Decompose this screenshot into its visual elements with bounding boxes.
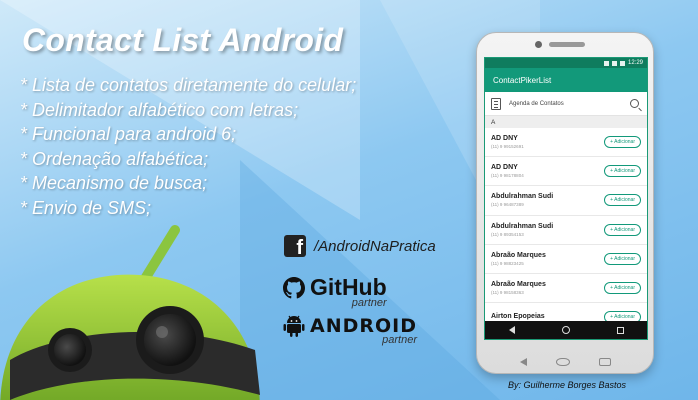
- add-contact-button[interactable]: + Adicionar: [604, 194, 641, 207]
- contact-row[interactable]: Abraão Marques (11) 9 98158363 + Adicion…: [485, 274, 647, 304]
- android-robot-icon: [283, 315, 305, 337]
- contact-phone: (11) 9 89354153: [491, 231, 524, 237]
- feature-item: * Mecanismo de busca;: [20, 173, 208, 193]
- signal-icon: [603, 60, 609, 66]
- contact-name: AD DNY: [491, 135, 518, 143]
- contact-row[interactable]: Abraão Marques (11) 9 98823425 + Adicion…: [485, 245, 647, 274]
- contact-list: AD DNY (11) 9 99152691 + Adicionar AD DN…: [485, 128, 647, 333]
- contact-book-icon[interactable]: [491, 97, 501, 110]
- contact-name: Abraão Marques: [491, 281, 546, 289]
- search-bar[interactable]: Agenda de Contatos: [485, 92, 647, 116]
- feature-item: * Ordenação alfabética;: [20, 148, 209, 169]
- recent-apps-icon[interactable]: [616, 326, 624, 334]
- feature-item: * Funcional para android 6;: [20, 124, 237, 144]
- author-credit: By: Guilherme Borges Bastos: [508, 380, 627, 390]
- facebook-badge[interactable]: f /AndroidNaPratica: [284, 235, 436, 258]
- contact-row[interactable]: AD DNY (11) 9 98178804 + Adicionar: [485, 157, 647, 187]
- front-camera: [535, 41, 542, 48]
- add-contact-button[interactable]: + Adicionar: [604, 252, 641, 265]
- contact-name: Abdulrahman Sudi: [491, 193, 554, 201]
- github-octocat-icon: [283, 276, 305, 298]
- contact-name: Abraão Marques: [491, 251, 546, 259]
- hardware-recent-icon[interactable]: [598, 358, 611, 366]
- contact-name: AD DNY: [491, 164, 518, 172]
- wifi-icon: [611, 60, 617, 66]
- search-icon[interactable]: [630, 99, 639, 108]
- feature-item: * Delimitador alfabético com letras;: [20, 99, 299, 120]
- contact-phone: (11) 9 96487389: [491, 202, 524, 208]
- hardware-back-icon[interactable]: [519, 358, 527, 366]
- contact-name: Abdulrahman Sudi: [491, 222, 554, 230]
- search-input[interactable]: Agenda de Contatos: [509, 101, 630, 107]
- home-icon[interactable]: [561, 326, 570, 334]
- status-time: 12:29: [627, 60, 643, 66]
- add-contact-button[interactable]: + Adicionar: [604, 223, 641, 236]
- phone-screen: 12:29 ContactPikerList Agenda de Contato…: [484, 57, 648, 340]
- contact-phone: (11) 9 98823425: [491, 260, 524, 266]
- phone-mockup: 12:29 ContactPikerList Agenda de Contato…: [476, 32, 654, 374]
- android-badge[interactable]: ANDROID partner: [283, 314, 417, 346]
- android-mascot-illustration: [0, 225, 260, 400]
- contact-phone: (11) 9 98178804: [491, 173, 524, 179]
- app-toolbar: ContactPikerList: [485, 68, 647, 92]
- contact-row[interactable]: Abdulrahman Sudi (11) 9 89354153 + Adici…: [485, 216, 647, 245]
- app-title: ContactPikerList: [493, 75, 552, 85]
- add-contact-button[interactable]: + Adicionar: [604, 136, 641, 149]
- add-contact-button[interactable]: + Adicionar: [604, 165, 641, 178]
- promo-title: Contact List Android: [22, 22, 344, 58]
- github-badge[interactable]: GitHub partner: [283, 274, 387, 309]
- feature-list: * Lista de contatos diretamente do celul…: [20, 73, 356, 220]
- add-contact-button[interactable]: + Adicionar: [604, 282, 641, 295]
- status-bar: 12:29: [485, 58, 647, 68]
- contact-row[interactable]: Abdulrahman Sudi (11) 9 96487389 + Adici…: [485, 186, 647, 216]
- facebook-icon: f: [284, 235, 306, 258]
- facebook-handle: /AndroidNaPratica: [314, 237, 436, 255]
- contact-phone: (11) 9 98158363: [491, 290, 524, 296]
- android-nav-bar: [485, 321, 647, 339]
- hardware-home-icon[interactable]: [555, 358, 570, 366]
- contact-phone: (11) 9 99152691: [491, 144, 524, 150]
- earpiece-speaker: [549, 42, 585, 47]
- contact-row[interactable]: AD DNY (11) 9 99152691 + Adicionar: [485, 128, 647, 158]
- battery-icon: [619, 60, 625, 66]
- hardware-keys: [477, 358, 653, 366]
- contact-name: Airton Epopeias: [491, 312, 545, 320]
- section-header-letter: A: [485, 116, 647, 128]
- back-icon[interactable]: [508, 326, 515, 334]
- feature-item: * Lista de contatos diretamente do celul…: [20, 75, 357, 95]
